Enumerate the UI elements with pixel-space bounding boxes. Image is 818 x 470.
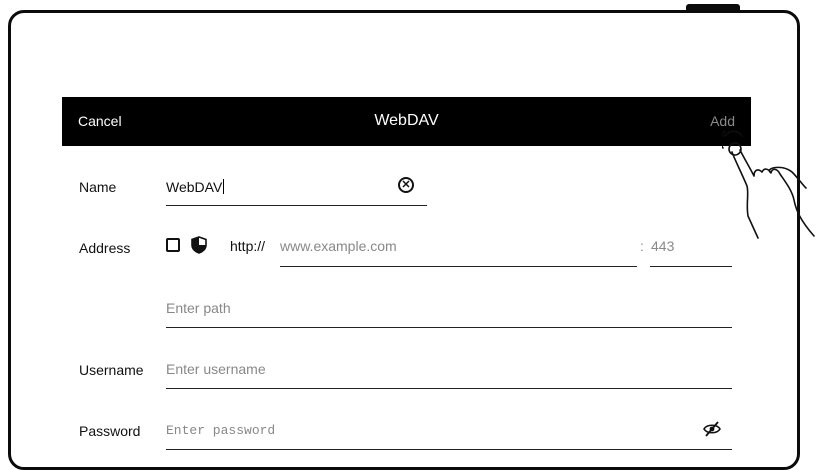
username-label: Username (79, 362, 144, 378)
name-field[interactable]: WebDAV (166, 172, 427, 206)
webdav-dialog: Cancel WebDAV Add Name WebDAV ✕ Address … (62, 97, 751, 457)
password-placeholder: Enter password (166, 423, 276, 438)
eye-off-icon[interactable] (703, 421, 721, 437)
port-separator: : (640, 238, 644, 254)
path-placeholder: Enter path (166, 300, 231, 316)
shield-icon (191, 236, 207, 254)
text-caret (223, 179, 225, 194)
name-value: WebDAV (166, 179, 223, 195)
add-button[interactable]: Add (710, 113, 735, 129)
host-input[interactable]: www.example.com (280, 233, 637, 267)
username-input[interactable]: Enter username (166, 355, 732, 389)
address-label: Address (79, 240, 131, 256)
port-input[interactable]: 443 (650, 233, 732, 267)
tapping-hand-icon (722, 130, 815, 239)
port-placeholder: 443 (651, 238, 675, 254)
protocol-label: http:// (230, 238, 266, 254)
https-checkbox[interactable] (166, 238, 180, 252)
clear-circle-icon[interactable]: ✕ (398, 177, 414, 193)
host-placeholder: www.example.com (280, 238, 397, 254)
device-power-button (686, 4, 740, 11)
dialog-titlebar: Cancel WebDAV Add (62, 97, 751, 146)
path-input[interactable]: Enter path (166, 294, 732, 328)
password-input[interactable]: Enter password (166, 416, 732, 450)
username-placeholder: Enter username (166, 361, 266, 377)
dialog-title: WebDAV (374, 112, 439, 129)
name-label: Name (79, 179, 117, 195)
password-label: Password (79, 423, 141, 439)
